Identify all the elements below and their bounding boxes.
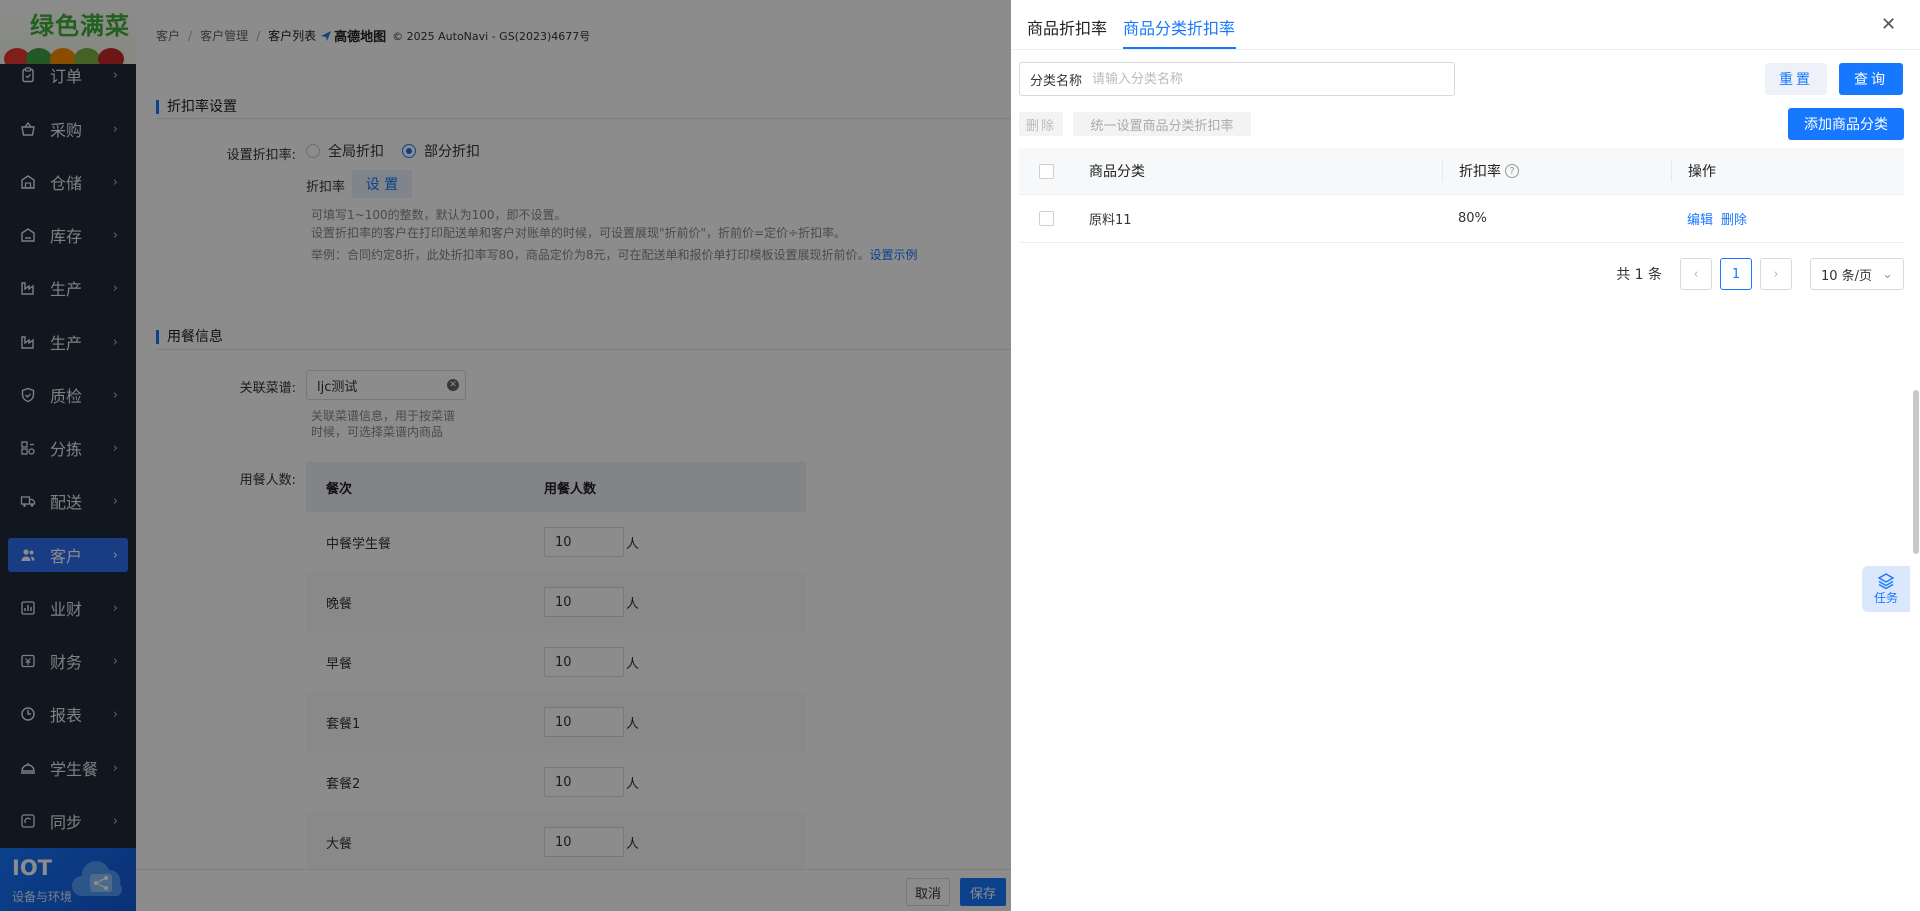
edit-link[interactable]: 编辑	[1687, 209, 1713, 228]
delete-link[interactable]: 删除	[1721, 209, 1747, 228]
discount-drawer: 商品折扣率 商品分类折扣率 ✕ 分类名称 重置 查询 删除 统一设置商品分类折扣…	[1011, 0, 1920, 911]
table-header: 商品分类 折扣率 ? 操作	[1019, 148, 1904, 195]
category-name-input[interactable]	[1092, 71, 1454, 87]
filter-label: 分类名称	[1030, 73, 1083, 89]
tab-product-discount[interactable]: 商品折扣率	[1027, 15, 1107, 39]
rate-cell: 80%	[1458, 211, 1487, 226]
category-cell: 原料11	[1089, 213, 1132, 228]
task-float-button[interactable]: 任务	[1862, 566, 1910, 612]
close-icon[interactable]: ✕	[1881, 14, 1896, 35]
pagination: 共 1 条 ‹ 1 › 10 条/页 ⌄	[1019, 258, 1904, 290]
column-header: 操作	[1671, 160, 1904, 182]
column-header: 折扣率 ?	[1442, 160, 1671, 182]
page-number[interactable]: 1	[1720, 258, 1752, 290]
category-discount-table: 商品分类 折扣率 ? 操作 原料11 80% 编辑 删除	[1019, 148, 1904, 243]
chevron-right-icon: ›	[1773, 266, 1779, 282]
add-category-button[interactable]: 添加商品分类	[1788, 108, 1904, 140]
page-size-select[interactable]: 10 条/页 ⌄	[1810, 258, 1904, 290]
drawer-tabs: 商品折扣率 商品分类折扣率 ✕	[1011, 0, 1920, 50]
layers-icon	[1877, 572, 1895, 589]
query-button[interactable]: 查询	[1839, 63, 1903, 95]
reset-button[interactable]: 重置	[1765, 63, 1827, 95]
chevron-left-icon: ‹	[1693, 266, 1699, 282]
table-row: 原料11 80% 编辑 删除	[1019, 195, 1904, 243]
category-name-filter: 分类名称	[1019, 62, 1455, 96]
tab-ink-bar	[1123, 47, 1236, 49]
row-checkbox[interactable]	[1039, 211, 1054, 226]
actions-cell: 编辑 删除	[1671, 208, 1904, 230]
next-page-button[interactable]: ›	[1760, 258, 1792, 290]
batch-set-discount-button[interactable]: 统一设置商品分类折扣率	[1073, 112, 1251, 136]
delete-button[interactable]: 删除	[1019, 112, 1063, 136]
column-header: 商品分类	[1089, 164, 1145, 180]
pagination-total: 共 1 条	[1616, 267, 1662, 283]
select-all-checkbox[interactable]	[1039, 163, 1054, 179]
scrollbar[interactable]	[1913, 390, 1919, 554]
tab-category-discount[interactable]: 商品分类折扣率	[1123, 15, 1235, 39]
help-icon[interactable]: ?	[1505, 164, 1519, 178]
prev-page-button[interactable]: ‹	[1680, 258, 1712, 290]
chevron-down-icon: ⌄	[1882, 266, 1893, 282]
